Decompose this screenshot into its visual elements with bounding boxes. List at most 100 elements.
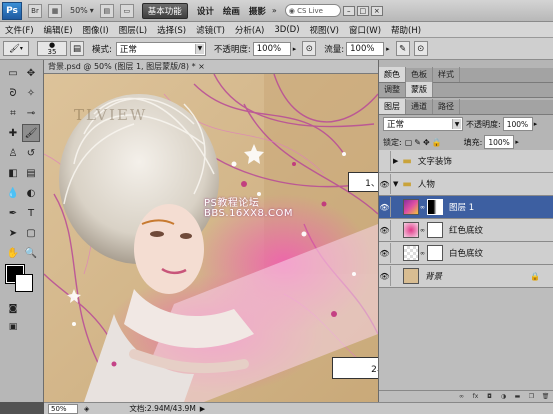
pen-tool-icon[interactable]: ✒ <box>4 204 22 222</box>
lasso-tool-icon[interactable]: ᘐ <box>4 84 22 102</box>
mode-select[interactable]: 正常 ▼ <box>115 41 206 56</box>
visibility-empty[interactable] <box>379 151 391 171</box>
add-mask-icon[interactable]: ◘ <box>485 393 494 401</box>
layer-row[interactable]: 👁 ∞ 白色底纹 <box>379 242 553 265</box>
menu-edit[interactable]: 编辑(E) <box>39 24 78 36</box>
layer-row[interactable]: 👁 ∞ 图层 1 <box>379 196 553 219</box>
view-extras-icon[interactable]: ▦ <box>48 3 62 18</box>
eye-icon[interactable]: 👁 <box>379 220 391 240</box>
shape-tool-icon[interactable]: ▢ <box>22 224 40 242</box>
fill-arrow-icon[interactable]: ▸ <box>515 138 519 146</box>
layer-opacity-input[interactable]: 100% <box>502 117 533 131</box>
layer-mask-thumbnail[interactable] <box>427 199 443 215</box>
brush-panel-toggle-icon[interactable]: ▤ <box>70 41 84 56</box>
brush-tool-icon[interactable]: 🖌 <box>22 124 40 142</box>
document-canvas[interactable]: TLVIEW PS教程论坛 BBS.16XX8.COM <box>44 74 378 402</box>
eye-icon[interactable]: 👁 <box>379 197 391 217</box>
new-layer-icon[interactable]: ❐ <box>527 393 536 401</box>
link-layers-icon[interactable]: ∞ <box>457 393 466 401</box>
zoom-level-select[interactable]: 50% ▾ <box>70 6 94 15</box>
arrange-documents-icon[interactable]: ▤ <box>99 3 114 18</box>
chain-link-icon[interactable]: ∞ <box>420 250 425 257</box>
layer-mask-thumbnail[interactable] <box>427 222 443 238</box>
workspace-design-button[interactable]: 设计 <box>197 5 214 17</box>
menu-window[interactable]: 窗口(W) <box>344 24 386 36</box>
flow-input[interactable]: 100% <box>346 41 385 56</box>
lock-position-icon[interactable]: ✥ <box>423 138 430 147</box>
screen-mode-toggle-icon[interactable]: ▣ <box>4 318 22 336</box>
menu-layer[interactable]: 图层(L) <box>114 24 152 36</box>
blur-tool-icon[interactable]: 💧 <box>4 184 22 202</box>
menu-filter[interactable]: 滤镜(T) <box>191 24 230 36</box>
hand-tool-icon[interactable]: ✋ <box>4 244 22 262</box>
workspace-essentials-button[interactable]: 基本功能 <box>141 2 188 19</box>
background-color-swatch[interactable] <box>15 274 33 292</box>
expand-arrow-icon[interactable]: ▶ <box>393 157 398 165</box>
workspace-painting-button[interactable]: 绘画 <box>223 5 240 17</box>
tab-adjustments[interactable]: 调整 <box>379 82 406 97</box>
airbrush-icon[interactable]: ✎ <box>395 41 410 56</box>
tool-preset-picker[interactable]: 🖌 ▾ <box>3 41 29 56</box>
dodge-tool-icon[interactable]: ◐ <box>22 184 40 202</box>
menu-file[interactable]: 文件(F) <box>0 24 39 36</box>
tablet-opacity-icon[interactable]: ⊙ <box>302 41 317 56</box>
quick-selection-tool-icon[interactable]: ✧ <box>22 84 40 102</box>
new-group-icon[interactable]: ▬ <box>513 393 522 401</box>
status-zoom-input[interactable]: 50% <box>48 403 78 414</box>
lock-image-icon[interactable]: ✎ <box>414 138 421 147</box>
blend-mode-select[interactable]: 正常 ▼ <box>383 117 463 131</box>
layer-mask-thumbnail[interactable] <box>427 245 443 261</box>
eyedropper-tool-icon[interactable]: ⊸ <box>22 104 40 122</box>
maximize-button[interactable]: □ <box>356 5 369 16</box>
type-tool-icon[interactable]: T <box>22 204 40 222</box>
layer-row[interactable]: 👁 背景 🔒 <box>379 265 553 288</box>
lock-transparent-icon[interactable]: ▢ <box>405 138 413 147</box>
menu-select[interactable]: 选择(S) <box>152 24 191 36</box>
opacity-input[interactable]: 100% <box>252 41 291 56</box>
menu-help[interactable]: 帮助(H) <box>386 24 426 36</box>
expand-arrow-icon[interactable]: ▼ <box>393 180 398 188</box>
eye-icon[interactable]: 👁 <box>379 243 391 263</box>
layer-row[interactable]: ▶ ▬ 文字装饰 <box>379 150 553 173</box>
tab-masks[interactable]: 蒙版 <box>406 82 433 97</box>
adjustment-layer-icon[interactable]: ◑ <box>499 393 508 401</box>
close-button[interactable]: × <box>370 5 383 16</box>
layer-row[interactable]: 👁 ▼ ▬ 人物 <box>379 173 553 196</box>
path-selection-tool-icon[interactable]: ➤ <box>4 224 22 242</box>
layer-opacity-arrow-icon[interactable]: ▸ <box>534 120 538 128</box>
lock-all-icon[interactable]: 🔒 <box>432 138 442 147</box>
tablet-size-icon[interactable]: ⊙ <box>413 41 428 56</box>
chain-link-icon[interactable]: ∞ <box>420 227 425 234</box>
tab-swatches[interactable]: 色板 <box>406 67 433 82</box>
history-brush-tool-icon[interactable]: ↺ <box>22 144 40 162</box>
menu-view[interactable]: 视图(V) <box>305 24 344 36</box>
healing-brush-tool-icon[interactable]: ✚ <box>4 124 22 142</box>
quick-mask-icon[interactable]: ◙ <box>4 300 22 318</box>
tab-styles[interactable]: 样式 <box>433 67 460 82</box>
tab-layers[interactable]: 图层 <box>379 99 406 114</box>
zoom-tool-icon[interactable]: 🔍 <box>22 244 40 262</box>
layer-row[interactable]: 👁 ∞ 红色底纹 <box>379 219 553 242</box>
workspace-more-button[interactable]: » <box>272 6 277 15</box>
flow-slider-arrow-icon[interactable]: ▸ <box>386 45 390 53</box>
menu-analysis[interactable]: 分析(A) <box>230 24 269 36</box>
layer-style-icon[interactable]: fx <box>471 393 480 401</box>
crop-tool-icon[interactable]: ⌗ <box>4 104 22 122</box>
delete-layer-icon[interactable]: 🗑 <box>541 393 550 401</box>
document-tab[interactable]: 背景.psd @ 50% (图层 1, 图层蒙版/8) * × <box>44 60 378 74</box>
tab-channels[interactable]: 通道 <box>406 99 433 114</box>
marquee-tool-icon[interactable]: ▭ <box>4 64 22 82</box>
menu-image[interactable]: 图像(I) <box>78 24 114 36</box>
tab-color[interactable]: 颜色 <box>379 67 406 82</box>
brush-preset-picker[interactable]: ● 35 <box>37 41 67 56</box>
menu-3d[interactable]: 3D(D) <box>269 25 304 35</box>
eraser-tool-icon[interactable]: ◧ <box>4 164 22 182</box>
chain-link-icon[interactable]: ∞ <box>420 204 425 211</box>
status-menu-arrow-icon[interactable]: ▶ <box>200 405 205 413</box>
launch-bridge-icon[interactable]: Br <box>28 3 42 18</box>
cs-live-button[interactable]: ◉ CS Live <box>284 4 341 17</box>
eye-icon[interactable]: 👁 <box>379 266 391 286</box>
minimize-button[interactable]: – <box>342 5 355 16</box>
eye-icon[interactable]: 👁 <box>379 174 391 194</box>
screen-mode-icon[interactable]: ▭ <box>119 3 134 18</box>
